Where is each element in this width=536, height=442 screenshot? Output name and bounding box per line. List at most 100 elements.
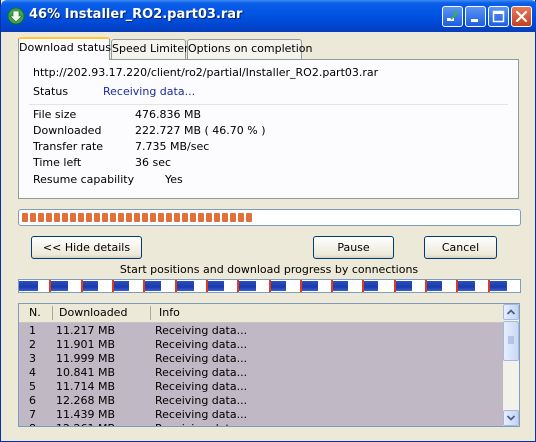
chevron-down-icon [506, 415, 516, 421]
progress-block [150, 213, 156, 222]
progress-block [222, 213, 228, 222]
progress-block [166, 213, 172, 222]
download-url: http://202.93.17.220/client/ro2/partial/… [33, 66, 379, 79]
row-downloaded: 11.999 MB [56, 352, 116, 365]
scroll-up-button[interactable] [503, 304, 519, 320]
connection-progress-segment [206, 281, 224, 291]
connection-progress-segment [300, 281, 319, 291]
table-row[interactable]: 1 11.217 MB Receiving data... [19, 324, 504, 338]
progress-block [246, 213, 252, 222]
transfer-rate-label: Transfer rate [33, 140, 104, 153]
tab-options-on-completion[interactable]: Options on completion [187, 39, 313, 59]
row-info: Receiving data... [155, 380, 248, 393]
connection-progress-segment [363, 281, 378, 291]
progress-block [102, 213, 108, 222]
scroll-down-button[interactable] [503, 410, 519, 426]
minimize-button[interactable] [465, 6, 486, 27]
progress-block [134, 213, 140, 222]
connection-progress-segment [112, 281, 129, 291]
connection-progress-segment [238, 281, 256, 291]
row-info: Receiving data... [155, 366, 248, 379]
row-downloaded: 11.217 MB [56, 324, 116, 337]
cancel-button[interactable]: Cancel [424, 236, 497, 259]
column-header-info[interactable]: Info [159, 306, 180, 319]
progress-fill [22, 213, 252, 222]
title-bar[interactable]: 46% Installer_RO2.part03.rar [1, 0, 536, 32]
connections-table[interactable]: N. Downloaded Info 1 11.217 MB Receiving d… [18, 303, 520, 427]
table-row[interactable]: 8 12.261 MB Receiving data... [19, 422, 504, 426]
connection-start-marker [425, 280, 428, 292]
scroll-thumb[interactable] [503, 321, 519, 361]
file-size-label: File size [33, 108, 77, 121]
row-info: Receiving data... [155, 422, 247, 426]
progress-block [230, 213, 236, 222]
table-row[interactable]: 4 10.841 MB Receiving data... [19, 366, 504, 380]
row-info: Receiving data... [155, 324, 248, 337]
table-row[interactable]: 3 11.999 MB Receiving data... [19, 352, 504, 366]
table-row[interactable]: 2 11.901 MB Receiving data... [19, 338, 504, 352]
connections-caption: Start positions and download progress by… [119, 263, 419, 276]
minimize-to-tray-icon [447, 11, 458, 21]
close-icon [515, 10, 528, 23]
tab-speed-limiter[interactable]: Speed Limiter [111, 39, 189, 59]
connection-progress-segment [332, 281, 348, 291]
downloaded-label: Downloaded [33, 124, 102, 137]
row-number: 8 [29, 422, 36, 426]
table-row[interactable]: 7 11.439 MB Receiving data... [19, 408, 504, 422]
file-size-value: 476.836 MB [135, 108, 202, 121]
progress-block [30, 213, 36, 222]
table-row[interactable]: 6 12.268 MB Receiving data... [19, 394, 504, 408]
progress-block [198, 213, 204, 222]
table-row[interactable]: 5 11.714 MB Receiving data... [19, 380, 504, 394]
download-progress-bar [18, 209, 521, 226]
connection-start-marker [237, 280, 240, 292]
progress-block [22, 213, 28, 222]
progress-block [38, 213, 44, 222]
minimize-to-tray-button[interactable] [442, 6, 463, 27]
connection-progress-segment [175, 281, 194, 291]
hide-details-button[interactable]: << Hide details [31, 236, 142, 259]
column-header-number[interactable]: N. [29, 306, 41, 319]
progress-block [214, 213, 220, 222]
downloaded-value: 222.727 MB ( 46.70 % ) [135, 124, 266, 137]
column-divider[interactable] [52, 306, 53, 320]
row-number: 1 [29, 324, 36, 337]
connection-start-marker [456, 280, 459, 292]
status-value: Receiving data... [103, 85, 196, 98]
pause-button[interactable]: Pause [313, 236, 394, 259]
connection-start-marker [487, 280, 490, 292]
row-number: 3 [29, 352, 36, 365]
progress-block [62, 213, 68, 222]
connection-start-marker [80, 280, 83, 292]
connection-start-marker [362, 280, 365, 292]
row-downloaded: 11.901 MB [56, 338, 116, 351]
column-divider[interactable] [150, 306, 151, 320]
time-left-label: Time left [33, 156, 82, 169]
progress-block [46, 213, 52, 222]
column-header-downloaded[interactable]: Downloaded [59, 306, 127, 319]
progress-block [86, 213, 92, 222]
minimize-icon [471, 19, 478, 22]
row-info: Receiving data... [155, 408, 248, 421]
close-button[interactable] [511, 6, 532, 27]
connection-progress-segment [50, 281, 68, 291]
row-downloaded: 11.439 MB [56, 408, 116, 421]
window-title: 46% Installer_RO2.part03.rar [29, 7, 243, 22]
maximize-button[interactable] [488, 6, 509, 27]
progress-block [78, 213, 84, 222]
row-downloaded: 12.268 MB [56, 394, 116, 407]
connection-progress-segment [394, 281, 412, 291]
download-status-panel: http://202.93.17.220/client/ro2/partial/… [18, 59, 519, 199]
connection-progress-segment [488, 281, 507, 291]
table-header: N. Downloaded Info [19, 304, 504, 323]
vertical-scrollbar[interactable] [503, 304, 519, 426]
maximize-icon [492, 10, 505, 23]
tab-download-status[interactable]: Download status [18, 37, 111, 60]
chevron-up-icon [506, 309, 516, 315]
divider [29, 104, 508, 105]
progress-block [206, 213, 212, 222]
connection-start-marker [143, 280, 146, 292]
progress-block [158, 213, 164, 222]
connection-progress-segment [144, 281, 162, 291]
connection-start-marker [111, 280, 114, 292]
